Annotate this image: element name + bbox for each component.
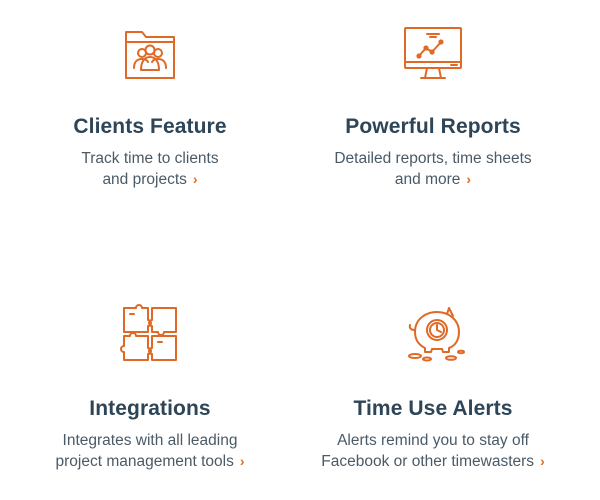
piggy-clock-icon [401, 302, 465, 366]
feature-title: Time Use Alerts [353, 397, 513, 420]
description-line: project management tools [55, 453, 234, 470]
description-line: Detailed reports, time sheets [334, 150, 532, 167]
description-line: Alerts remind you to stay off [337, 432, 529, 449]
feature-integrations: Integrations Integrates with all leading… [0, 302, 300, 472]
feature-clients: Clients Feature Track time to clients an… [0, 22, 300, 190]
feature-description: Alerts remind you to stay off Facebook o… [283, 430, 583, 472]
learn-more-link[interactable]: Facebook or other timewasters › [283, 451, 583, 472]
feature-description: Detailed reports, time sheets and more › [283, 148, 583, 190]
folder-users-icon [118, 22, 182, 86]
description-line: and projects [102, 171, 187, 188]
description-line: Facebook or other timewasters [321, 453, 535, 470]
feature-reports: Powerful Reports Detailed reports, time … [283, 22, 583, 190]
chevron-right-icon: › [239, 453, 245, 469]
monitor-chart-icon [401, 22, 465, 86]
feature-description: Integrates with all leading project mana… [0, 430, 300, 472]
description-line: Integrates with all leading [62, 432, 238, 449]
learn-more-link[interactable]: project management tools › [0, 451, 300, 472]
feature-time-alerts: Time Use Alerts Alerts remind you to sta… [283, 302, 583, 472]
feature-description: Track time to clients and projects › [0, 148, 300, 190]
puzzle-icon [118, 302, 182, 366]
feature-title: Integrations [89, 397, 211, 420]
learn-more-link[interactable]: and projects › [0, 169, 300, 190]
learn-more-link[interactable]: and more › [283, 169, 583, 190]
description-line: Track time to clients [81, 150, 219, 167]
chevron-right-icon: › [192, 171, 198, 187]
description-line: and more [394, 171, 461, 188]
chevron-right-icon: › [466, 171, 472, 187]
feature-title: Clients Feature [73, 115, 227, 138]
feature-title: Powerful Reports [345, 115, 521, 138]
chevron-right-icon: › [540, 453, 545, 469]
